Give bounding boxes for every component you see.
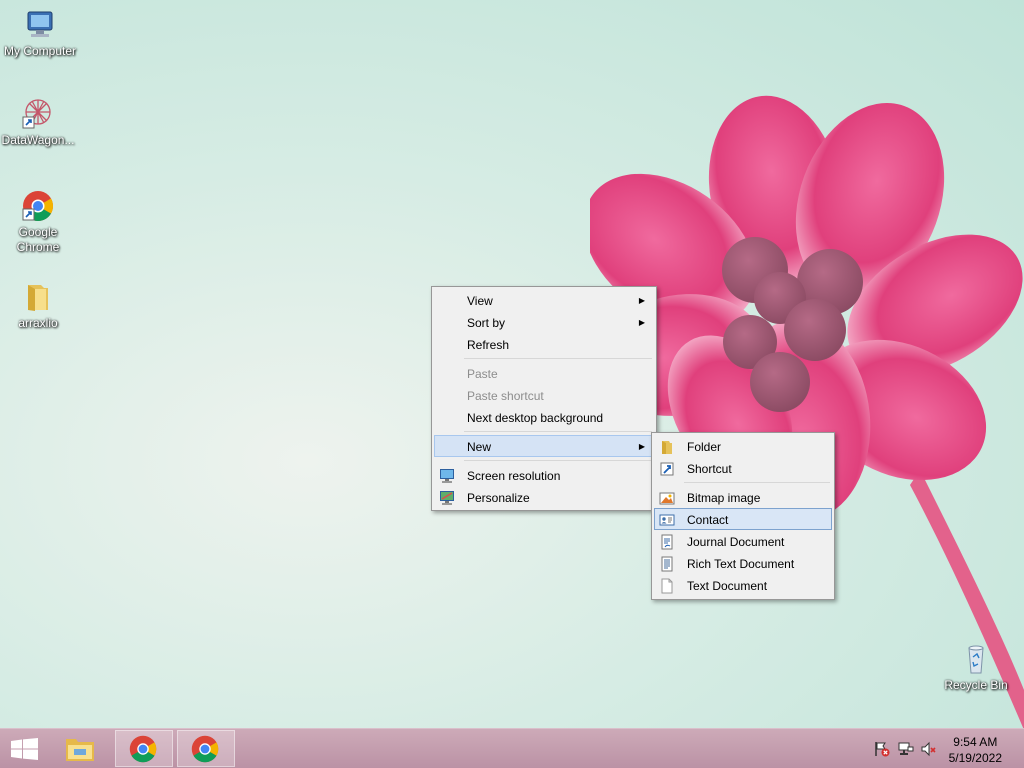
submenu-item-folder[interactable]: Folder [654,435,832,457]
chrome-icon [190,734,220,767]
submenu-item-text-document[interactable]: Text Document [654,574,832,596]
personalize-icon [439,490,455,506]
desktop-icon-label: My Computer [3,44,77,58]
desktop-icon-google-chrome[interactable]: Google Chrome [0,189,78,255]
menu-separator [464,460,652,461]
screen-resolution-icon [439,468,455,484]
bitmap-icon [659,490,675,506]
desktop-icon-datawagon[interactable]: DataWagon... [0,97,78,148]
menu-item-sort-by[interactable]: Sort by ▶ [434,311,654,333]
menu-item-label: Journal Document [687,535,785,549]
rich-text-icon [659,556,675,572]
computer-icon [23,8,57,42]
menu-item-label: Screen resolution [467,469,561,483]
contact-icon [659,512,675,528]
recycle-bin-icon [959,642,993,676]
menu-separator [464,358,652,359]
desktop-icon-label: Google Chrome [16,225,60,254]
datawagon-icon [21,97,55,131]
desktop-icon-label: DataWagon... [1,133,75,147]
menu-item-paste-shortcut[interactable]: Paste shortcut [434,384,654,406]
file-explorer-icon [64,735,96,766]
submenu-item-contact[interactable]: Contact [654,508,832,530]
clock-date: 5/19/2022 [948,751,1002,765]
clock-time: 9:54 AM [953,735,998,749]
folder-icon [21,280,55,314]
menu-item-label: Contact [687,513,729,527]
start-button[interactable] [0,730,50,767]
menu-item-label: Folder [687,440,722,454]
menu-item-label: Next desktop background [467,411,604,425]
menu-item-view[interactable]: View ▶ [434,289,654,311]
taskbar: 9:54 AM 5/19/2022 [0,728,1024,768]
taskbar-chrome-button-1[interactable] [115,730,173,767]
menu-item-label: Personalize [467,491,530,505]
submenu-arrow-icon: ▶ [638,296,645,305]
windows-logo-icon [11,738,38,763]
chrome-icon [21,189,55,223]
menu-item-label: Paste shortcut [467,389,544,403]
taskbar-clock[interactable]: 9:54 AM 5/19/2022 [949,734,1002,766]
submenu-item-journal-document[interactable]: Journal Document [654,530,832,552]
menu-item-next-desktop-background[interactable]: Next desktop background [434,406,654,428]
journal-icon [659,534,675,550]
desktop-icon-recycle-bin[interactable]: Recycle Bin [936,642,1016,693]
submenu-item-bitmap-image[interactable]: Bitmap image [654,486,832,508]
text-document-icon [659,578,675,594]
menu-item-refresh[interactable]: Refresh [434,333,654,355]
menu-item-screen-resolution[interactable]: Screen resolution [434,464,654,486]
menu-item-paste[interactable]: Paste [434,362,654,384]
action-center-flag-icon[interactable] [874,741,890,757]
menu-item-label: Sort by [467,316,506,330]
submenu-item-shortcut[interactable]: Shortcut [654,457,832,479]
desktop-icon-label: Recycle Bin [944,678,1008,692]
menu-item-label: Bitmap image [687,491,761,505]
taskbar-chrome-button-2[interactable] [177,730,235,767]
menu-item-label: View [467,294,493,308]
shortcut-icon [659,461,675,477]
desktop-context-menu: View ▶ Sort by ▶ Refresh Paste Paste sho… [431,286,657,511]
submenu-arrow-icon: ▶ [638,318,645,327]
menu-item-label: Text Document [687,579,768,593]
volume-muted-icon[interactable] [921,741,937,757]
menu-item-label: New [467,440,492,454]
desktop-icon-arraxlio-folder[interactable]: arraxlio [0,280,78,331]
menu-item-label: Refresh [467,338,510,352]
desktop-icon-label: arraxlio [18,316,58,330]
folder-icon [659,439,675,455]
chrome-icon [128,734,158,767]
file-explorer-button[interactable] [52,730,110,767]
menu-separator [464,431,652,432]
menu-item-new[interactable]: New ▶ [434,435,654,457]
menu-separator [684,482,830,483]
new-submenu: Folder Shortcut Bitmap image Contact Jou… [651,432,835,600]
submenu-item-rich-text-document[interactable]: Rich Text Document [654,552,832,574]
network-icon[interactable] [898,741,914,757]
menu-item-personalize[interactable]: Personalize [434,486,654,508]
menu-item-label: Paste [467,367,498,381]
submenu-arrow-icon: ▶ [638,442,645,451]
desktop-icon-my-computer[interactable]: My Computer [0,8,80,59]
menu-item-label: Shortcut [687,462,732,476]
menu-item-label: Rich Text Document [687,557,795,571]
